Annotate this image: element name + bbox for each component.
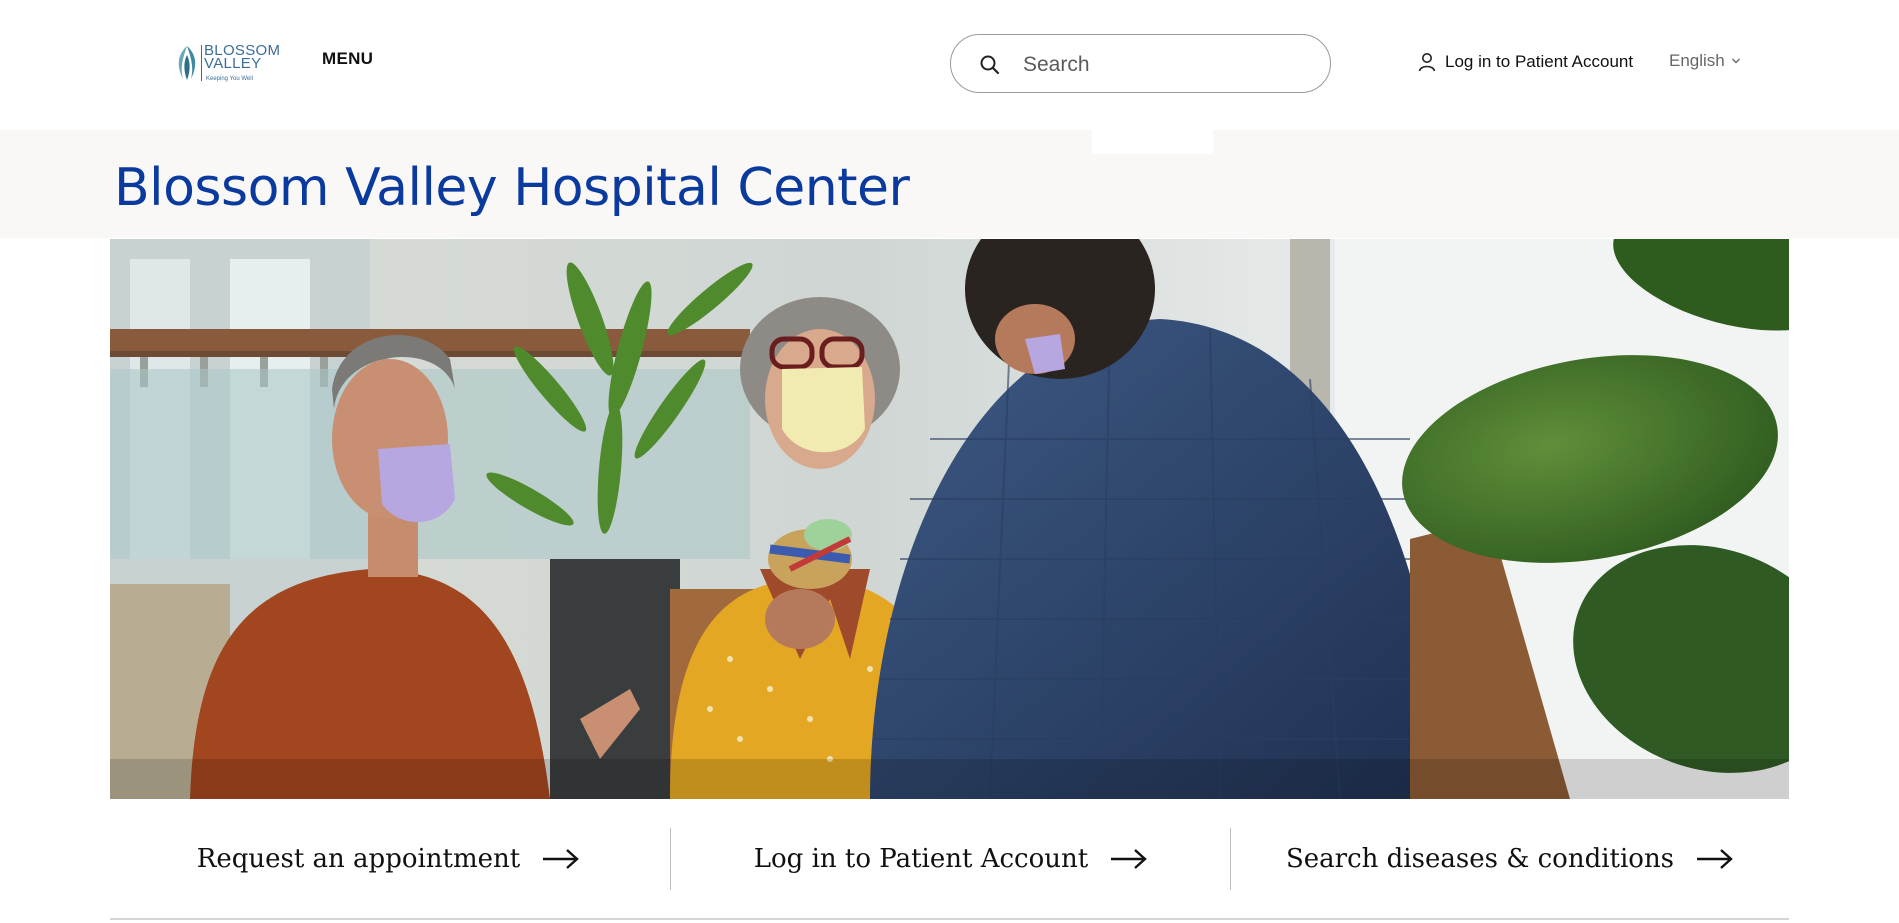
quick-link-patient-login[interactable]: Log in to Patient Account [671,828,1231,890]
search-icon [980,55,1000,75]
title-band-notch [1092,130,1213,154]
search-input[interactable] [1021,45,1315,85]
logo-tagline: Keeping You Well [206,76,253,82]
language-label: English [1669,51,1725,70]
search-bar[interactable] [950,34,1331,93]
quick-links-bottom-rule [110,918,1789,920]
site-header: BLOSSOM VALLEY Keeping You Well MENU Log… [0,0,1899,130]
quick-link-search-conditions[interactable]: Search diseases & conditions [1231,828,1789,890]
language-selector[interactable]: English [1669,51,1741,71]
chevron-down-icon [1731,58,1740,64]
blossom-leaf-logo-icon [178,46,196,80]
quick-link-label: Search diseases & conditions [1285,844,1675,874]
header-login-link[interactable]: Log in to Patient Account [1418,52,1633,72]
user-icon [1418,53,1436,72]
quick-link-label: Request an appointment [196,844,521,874]
arrow-right-icon [1111,849,1148,869]
hero-image [110,239,1789,799]
site-logo[interactable]: BLOSSOM VALLEY Keeping You Well [174,43,286,84]
arrow-right-icon [1697,849,1733,869]
quick-links: Request an appointment Log in to Patient… [110,800,1789,918]
menu-button[interactable]: MENU [322,49,373,69]
arrow-right-icon [543,849,580,869]
quick-link-request-appointment[interactable]: Request an appointment [110,828,667,890]
hero-illustration [110,239,1789,799]
logo-divider [201,45,202,81]
quick-link-label: Log in to Patient Account [753,844,1089,874]
page-title: Blossom Valley Hospital Center [114,158,910,218]
logo-wordmark: BLOSSOM VALLEY [204,43,280,71]
header-login-label: Log in to Patient Account [1445,52,1634,71]
